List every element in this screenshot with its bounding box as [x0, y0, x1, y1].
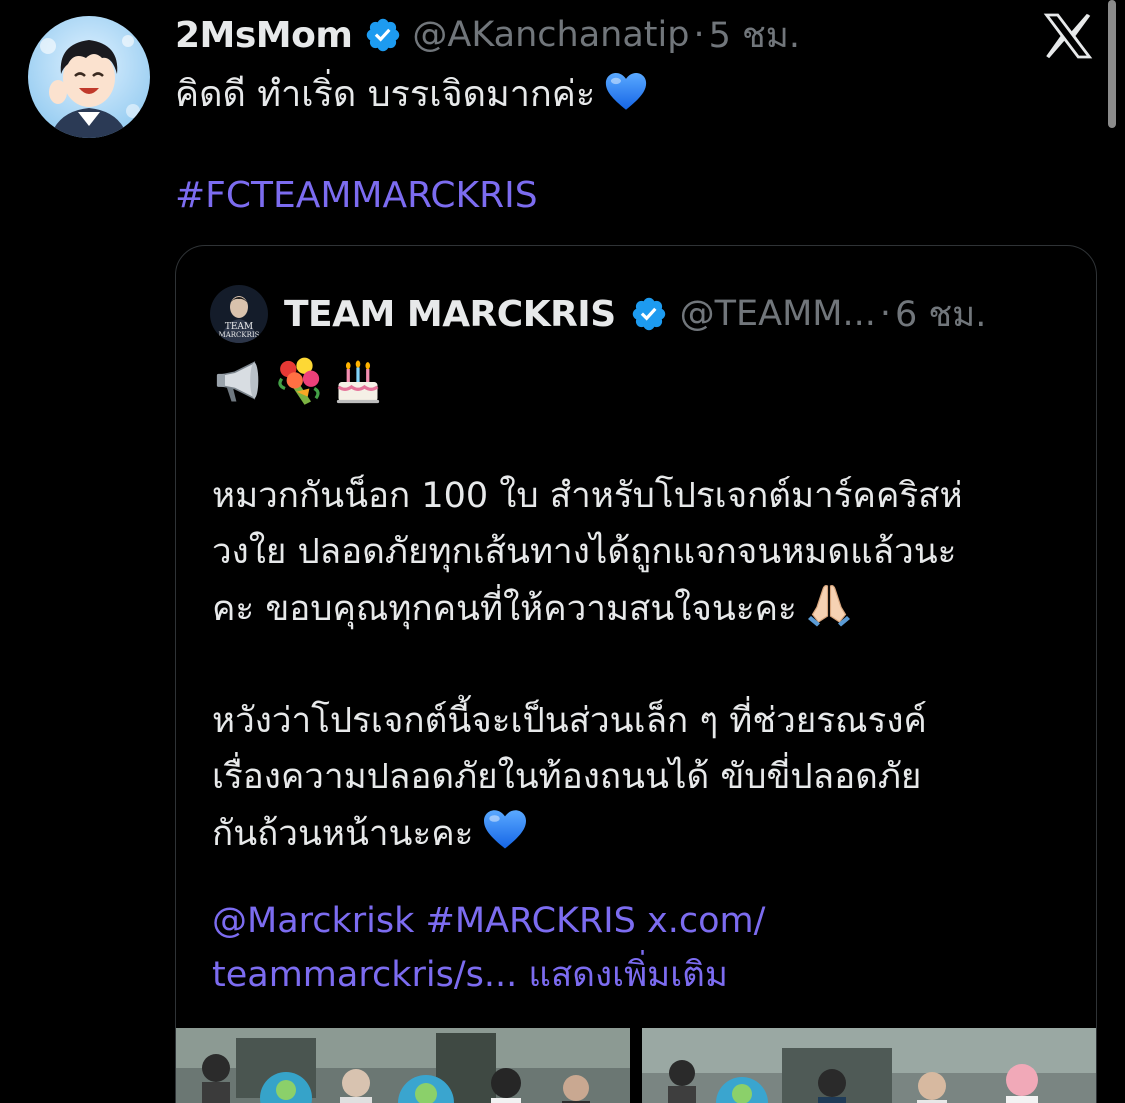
- tweet-view: 2MsMom @AKanchanatip · 5 ชม. คิดดี ทำเริ…: [0, 0, 1125, 1103]
- avatar-image: [28, 16, 150, 138]
- body-line: หวังว่าโปรเจกต์นี้จะเป็นส่วนเล็ก ๆ ที่ช่…: [212, 701, 927, 741]
- mention-link[interactable]: @Marckrisk: [212, 901, 414, 941]
- separator-dot: ·: [693, 15, 705, 55]
- quoted-links: @Marckrisk #MARCKRIS x.com/ teammarckris…: [212, 894, 765, 1002]
- body-line-with-emoji: กันถ้วนหน้านะคะ: [212, 805, 1082, 862]
- links-line-1: @Marckrisk #MARCKRIS x.com/: [212, 894, 765, 948]
- x-logo-icon[interactable]: [1040, 8, 1096, 64]
- hashtag-link[interactable]: #FCTEAMMARCKRIS: [175, 172, 538, 220]
- blue-heart-icon: [603, 68, 649, 114]
- separator-dot: ·: [879, 294, 891, 334]
- show-more-link[interactable]: แสดงเพิ่มเติม: [528, 955, 728, 995]
- post-text-content: คิดดี ทำเริ่ด บรรเจิดมากค่ะ: [175, 74, 596, 115]
- media-image[interactable]: [176, 1028, 630, 1103]
- body-line-with-emoji: คะ ขอบคุณทุกคนที่ให้ความสนใจนะคะ: [212, 580, 1082, 637]
- url-link[interactable]: x.com/: [647, 901, 765, 941]
- media-photo-crowd-helmets: [642, 1028, 1096, 1103]
- quoted-avatar[interactable]: TEAM MARCKRIS: [210, 285, 268, 343]
- body-line: คะ ขอบคุณทุกคนที่ให้ความสนใจนะคะ: [212, 589, 797, 629]
- timestamp[interactable]: 5 ชม.: [709, 8, 800, 63]
- body-line: กันถ้วนหน้านะคะ: [212, 814, 474, 854]
- bouquet-icon: [278, 357, 320, 405]
- hashtag-link[interactable]: #MARCKRIS: [426, 901, 636, 941]
- url-link[interactable]: teammarckris/s...: [212, 955, 517, 995]
- display-name[interactable]: 2MsMom: [175, 15, 353, 56]
- post-text: คิดดี ทำเริ่ด บรรเจิดมากค่ะ: [175, 68, 649, 122]
- body-line: หมวกกันน็อก 100 ใบ สำหรับโปรเจกต์มาร์คคร…: [212, 476, 963, 516]
- body-line: วงใย ปลอดภัยทุกเส้นทางได้ถูกแจกจนหมดแล้ว…: [212, 532, 957, 572]
- quoted-handle[interactable]: @TEAMM...: [680, 294, 876, 334]
- media-gallery: [176, 1028, 1096, 1103]
- megaphone-icon: [216, 361, 259, 402]
- quoted-tweet-body: หมวกกันน็อก 100 ใบ สำหรับโปรเจกต์มาร์คคร…: [212, 468, 1082, 862]
- quoted-display-name[interactable]: TEAM MARCKRIS: [284, 294, 616, 335]
- blue-heart-icon: [481, 805, 529, 853]
- quoted-avatar-text-2: MARCKRIS: [219, 331, 260, 339]
- verified-badge-icon: [364, 16, 402, 54]
- scrollbar[interactable]: [1108, 0, 1116, 128]
- quoted-avatar-image: TEAM MARCKRIS: [210, 285, 268, 343]
- quoted-emoji-row: [212, 356, 384, 412]
- quoted-tweet-card[interactable]: TEAM MARCKRIS TEAM MARCKRIS @TEAMM... · …: [175, 245, 1097, 1103]
- verified-badge-icon: [630, 295, 668, 333]
- links-line-2: teammarckris/s... แสดงเพิ่มเติม: [212, 948, 765, 1002]
- quoted-tweet-header: TEAM MARCKRIS TEAM MARCKRIS @TEAMM... · …: [210, 285, 986, 343]
- media-photo-crowd-helmets: [176, 1028, 630, 1103]
- handle[interactable]: @AKanchanatip: [412, 15, 689, 55]
- media-image[interactable]: [642, 1028, 1096, 1103]
- birthday-cake-icon: [336, 360, 380, 404]
- post-header: 2MsMom @AKanchanatip · 5 ชม.: [175, 12, 800, 58]
- quoted-timestamp[interactable]: 6 ชม.: [895, 287, 986, 342]
- avatar[interactable]: [28, 16, 150, 138]
- body-line: เรื่องความปลอดภัยในท้องถนนได้ ขับขี่ปลอด…: [212, 757, 922, 797]
- folded-hands-icon: [805, 580, 853, 628]
